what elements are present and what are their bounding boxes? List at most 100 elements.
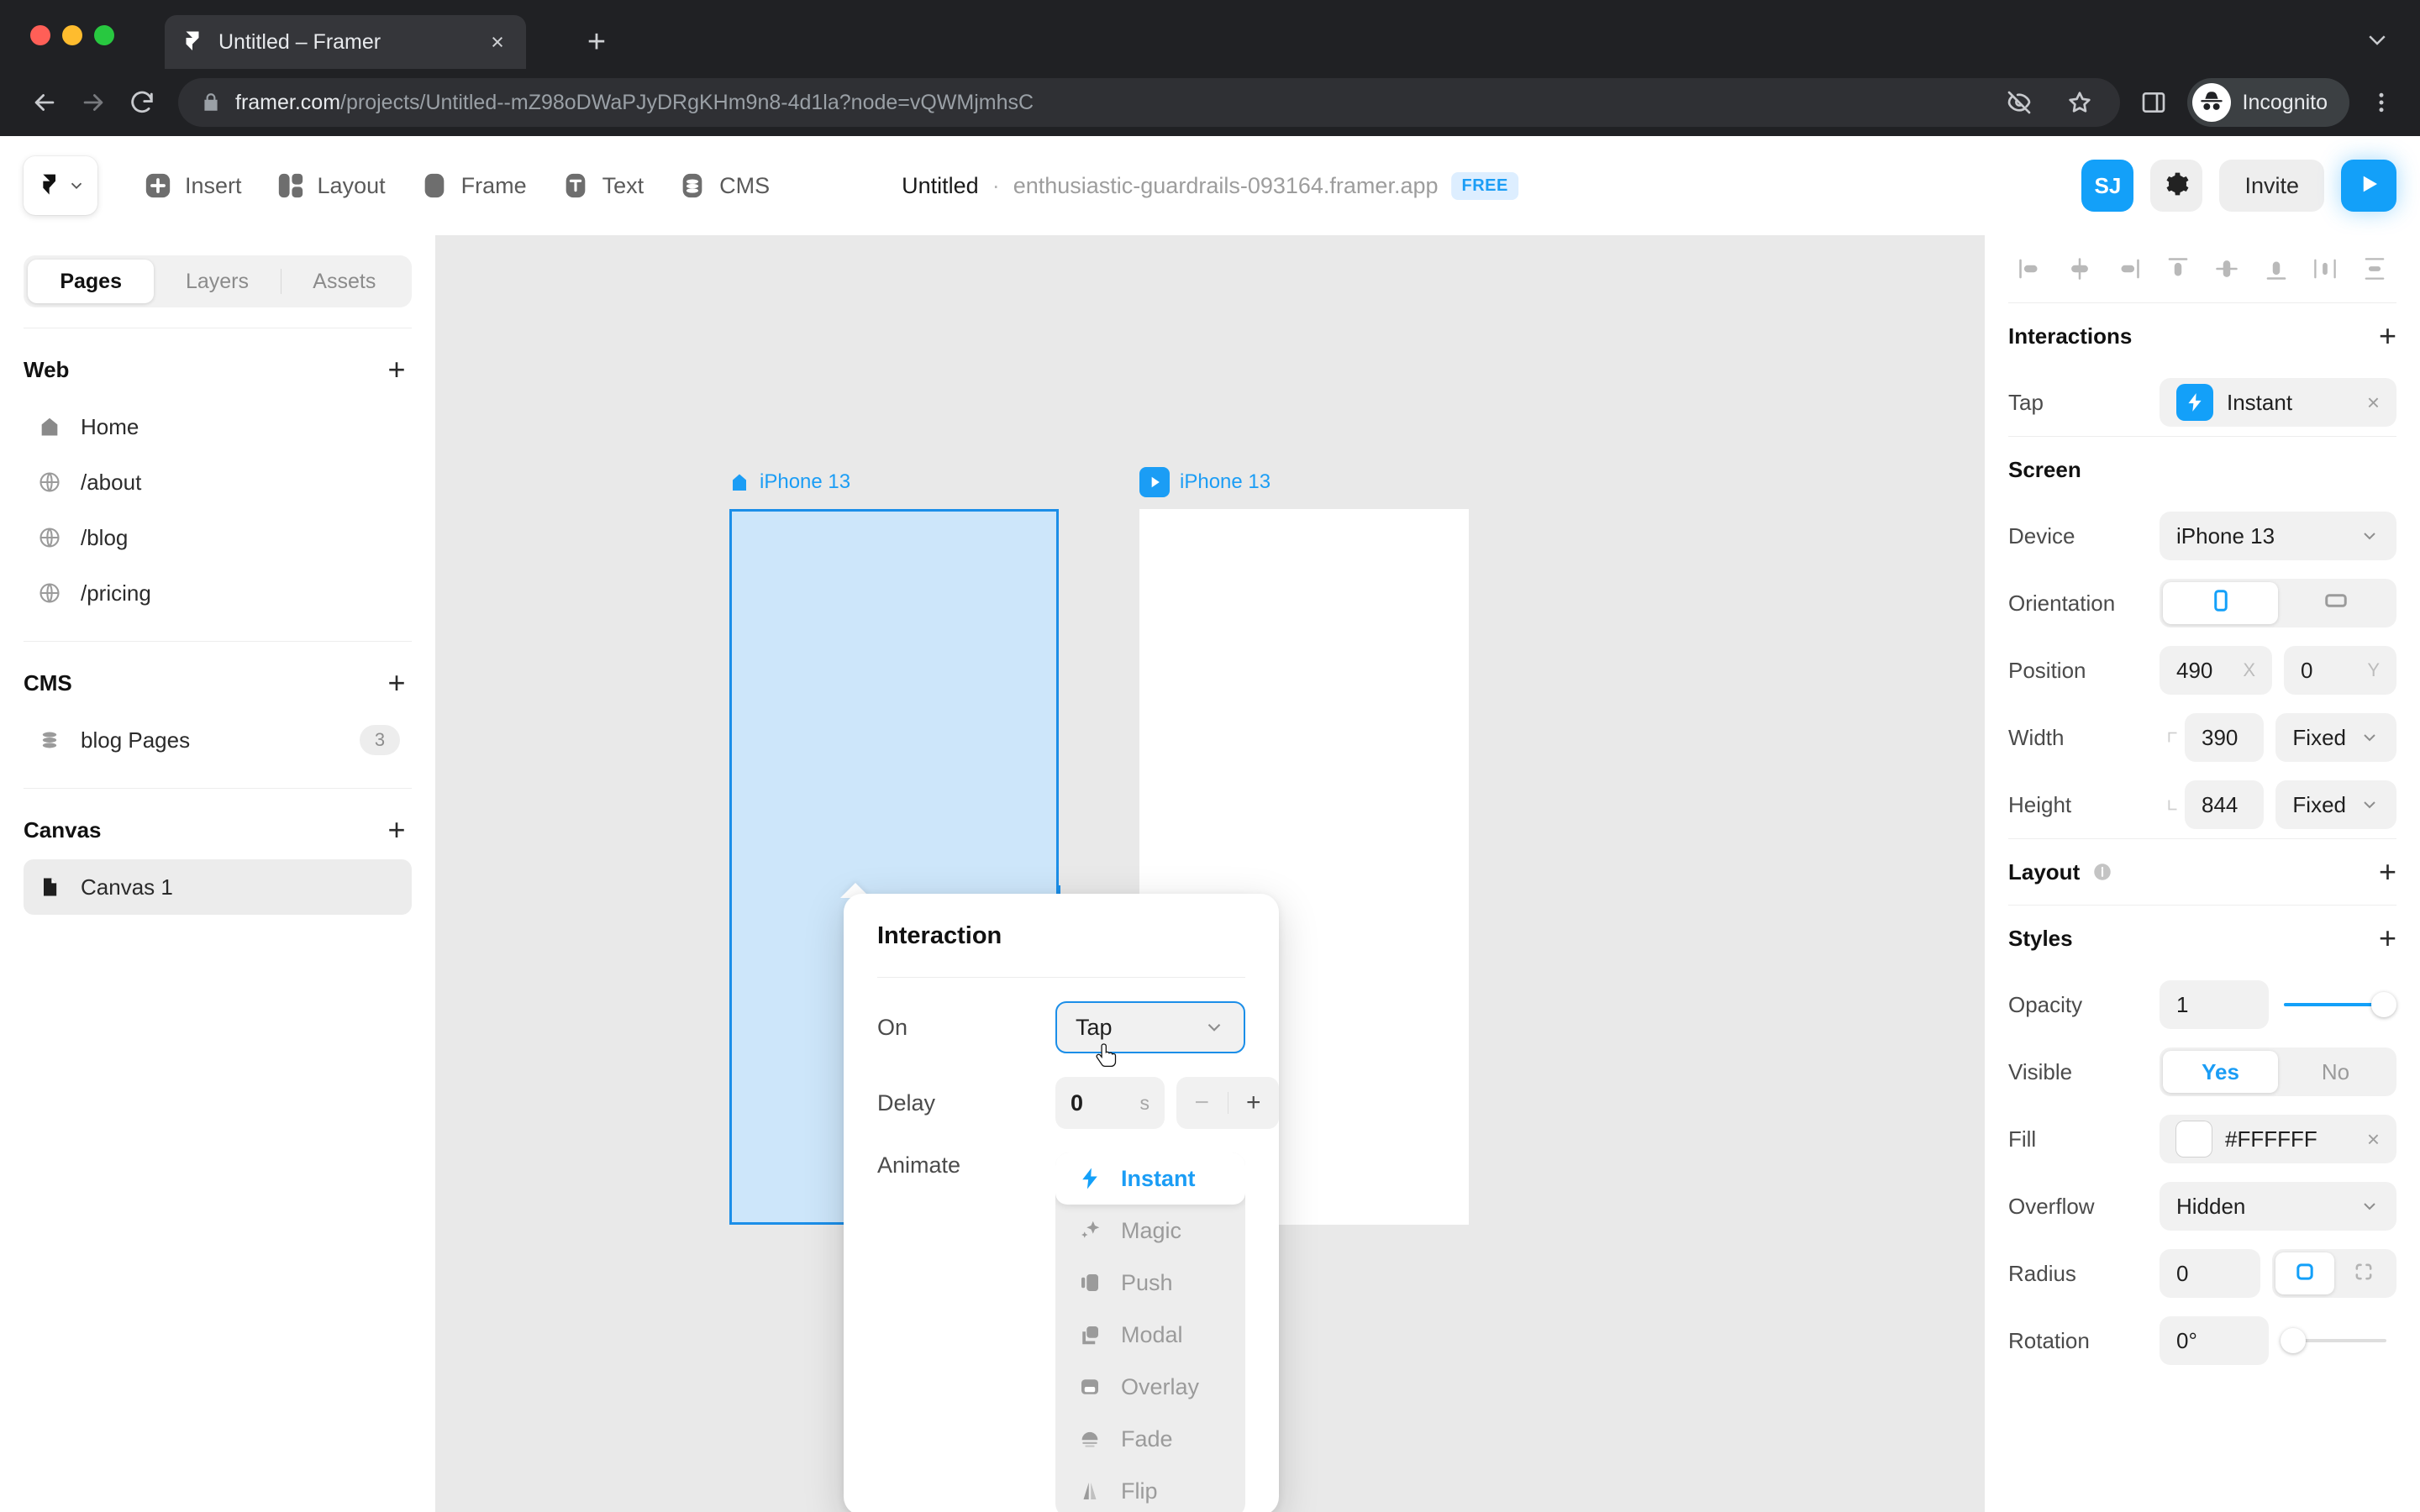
delay-decrement-button[interactable]: − <box>1176 1089 1228 1117</box>
animate-option-modal[interactable]: Modal <box>1055 1309 1245 1361</box>
window-traffic-lights[interactable] <box>30 25 114 45</box>
radius-input[interactable]: 0 <box>2160 1249 2260 1298</box>
side-panel-icon[interactable] <box>2135 84 2172 121</box>
orientation-landscape-button[interactable] <box>2278 582 2393 624</box>
opacity-input[interactable]: 1 <box>2160 980 2269 1029</box>
info-icon[interactable] <box>2091 861 2113 883</box>
minimize-window-button[interactable] <box>62 25 82 45</box>
eye-off-icon[interactable] <box>2001 84 2038 121</box>
document-domain[interactable]: enthusiastic-guardrails-093164.framer.ap… <box>1013 173 1439 199</box>
plan-badge[interactable]: FREE <box>1451 171 1518 200</box>
unlocked-link-icon[interactable] <box>2160 792 2185 817</box>
delay-input[interactable]: 0 s <box>1055 1077 1165 1129</box>
sidebar-item-canvas-1[interactable]: Canvas 1 <box>24 859 412 915</box>
trigger-select[interactable]: Tap <box>1055 1001 1245 1053</box>
settings-button[interactable] <box>2150 160 2203 212</box>
frame-b-label-row[interactable]: iPhone 13 <box>1139 467 1469 497</box>
overflow-select[interactable]: Hidden <box>2160 1182 2396 1231</box>
width-mode-select[interactable]: Fixed <box>2275 713 2396 762</box>
add-cms-collection-button[interactable]: + <box>381 668 412 698</box>
radius-all-button[interactable] <box>2275 1252 2334 1294</box>
browser-menu-icon[interactable] <box>2363 84 2400 121</box>
framer-menu-button[interactable] <box>24 156 97 215</box>
visible-toggle-group[interactable]: Yes No <box>2160 1047 2396 1096</box>
sidebar-item-home[interactable]: Home <box>24 399 412 454</box>
animate-option-instant[interactable]: Instant <box>1055 1152 1245 1205</box>
distribute-vertical-icon[interactable] <box>2358 252 2391 286</box>
delay-stepper[interactable]: − + <box>1176 1077 1279 1129</box>
align-left-icon[interactable] <box>2013 252 2047 286</box>
remove-fill-icon[interactable]: × <box>2367 1126 2380 1152</box>
orientation-toggle-group[interactable] <box>2160 579 2396 627</box>
rotation-slider[interactable] <box>2281 1316 2396 1365</box>
align-right-icon[interactable] <box>2112 252 2145 286</box>
distribute-horizontal-icon[interactable] <box>2308 252 2342 286</box>
animate-option-push[interactable]: Push <box>1055 1257 1245 1309</box>
toolbar-item-layout[interactable]: Layout <box>259 156 402 215</box>
delay-increment-button[interactable]: + <box>1228 1089 1280 1117</box>
preview-button[interactable] <box>2341 160 2396 212</box>
forward-arrow-icon[interactable] <box>69 78 118 127</box>
reload-icon[interactable] <box>118 78 166 127</box>
add-web-page-button[interactable]: + <box>381 354 412 385</box>
slider-knob[interactable] <box>2281 1328 2306 1353</box>
profile-incognito-button[interactable]: Incognito <box>2186 78 2349 127</box>
document-name[interactable]: Untitled <box>902 173 979 199</box>
position-y-input[interactable]: 0 Y <box>2284 646 2396 695</box>
add-layout-button[interactable]: + <box>2379 857 2396 887</box>
align-top-icon[interactable] <box>2161 252 2195 286</box>
align-bottom-icon[interactable] <box>2260 252 2293 286</box>
height-mode-select[interactable]: Fixed <box>2275 780 2396 829</box>
sidebar-item-about[interactable]: /about <box>24 454 412 510</box>
remove-interaction-icon[interactable]: × <box>2367 390 2380 416</box>
visible-yes-button[interactable]: Yes <box>2163 1051 2278 1093</box>
add-canvas-button[interactable]: + <box>381 815 412 845</box>
toolbar-item-insert[interactable]: Insert <box>126 156 259 215</box>
radius-mode-toggle[interactable] <box>2272 1249 2396 1298</box>
sidebar-item-blog[interactable]: /blog <box>24 510 412 565</box>
tab-layers[interactable]: Layers <box>154 260 280 303</box>
align-vertical-center-icon[interactable] <box>2210 252 2244 286</box>
device-select[interactable]: iPhone 13 <box>2160 512 2396 560</box>
fill-color-control[interactable]: #FFFFFF × <box>2160 1115 2396 1163</box>
invite-button[interactable]: Invite <box>2219 160 2324 212</box>
chevron-down-icon[interactable] <box>2363 25 2391 54</box>
interaction-animation-chip[interactable]: Instant × <box>2160 378 2396 427</box>
address-bar[interactable]: framer.com/projects/Untitled--mZ98oDWaPJ… <box>178 78 2120 127</box>
avatar[interactable]: SJ <box>2081 160 2134 212</box>
toolbar-item-text[interactable]: Text <box>544 156 661 215</box>
rotation-input[interactable]: 0° <box>2160 1316 2269 1365</box>
bookmark-star-icon[interactable] <box>2061 84 2098 121</box>
cms-database-icon <box>677 171 708 201</box>
animate-option-flip[interactable]: Flip <box>1055 1465 1245 1512</box>
fill-color-swatch[interactable] <box>2176 1121 2212 1157</box>
toolbar-item-cms[interactable]: CMS <box>660 156 786 215</box>
back-arrow-icon[interactable] <box>20 78 69 127</box>
sidebar-item-pricing[interactable]: /pricing <box>24 565 412 621</box>
add-style-button[interactable]: + <box>2379 923 2396 953</box>
animate-option-magic[interactable]: Magic <box>1055 1205 1245 1257</box>
animate-option-overlay[interactable]: Overlay <box>1055 1361 1245 1413</box>
position-x-input[interactable]: 490 X <box>2160 646 2272 695</box>
add-interaction-button[interactable]: + <box>2379 321 2396 351</box>
slider-knob[interactable] <box>2371 992 2396 1017</box>
tab-assets[interactable]: Assets <box>281 260 408 303</box>
orientation-portrait-button[interactable] <box>2163 582 2278 624</box>
height-input[interactable]: 844 <box>2185 780 2265 829</box>
visible-no-button[interactable]: No <box>2278 1051 2393 1093</box>
align-horizontal-center-icon[interactable] <box>2063 252 2096 286</box>
tab-pages[interactable]: Pages <box>28 260 155 303</box>
animate-options-menu[interactable]: Instant Magic Push Modal Overlay Fade Fl… <box>1055 1152 1245 1512</box>
close-window-button[interactable] <box>30 25 50 45</box>
new-tab-button[interactable]: + <box>580 25 613 59</box>
sidebar-item-blog-pages[interactable]: blog Pages 3 <box>24 712 412 768</box>
opacity-slider[interactable] <box>2281 980 2396 1029</box>
maximize-window-button[interactable] <box>94 25 114 45</box>
width-input[interactable]: 390 <box>2185 713 2265 762</box>
animate-option-fade[interactable]: Fade <box>1055 1413 1245 1465</box>
radius-individual-button[interactable] <box>2334 1252 2393 1294</box>
browser-tab[interactable]: Untitled – Framer × <box>165 15 526 69</box>
toolbar-item-frame[interactable]: Frame <box>402 156 544 215</box>
close-icon[interactable]: × <box>484 29 511 55</box>
frame-a-label-row[interactable]: iPhone 13 <box>729 467 1059 497</box>
